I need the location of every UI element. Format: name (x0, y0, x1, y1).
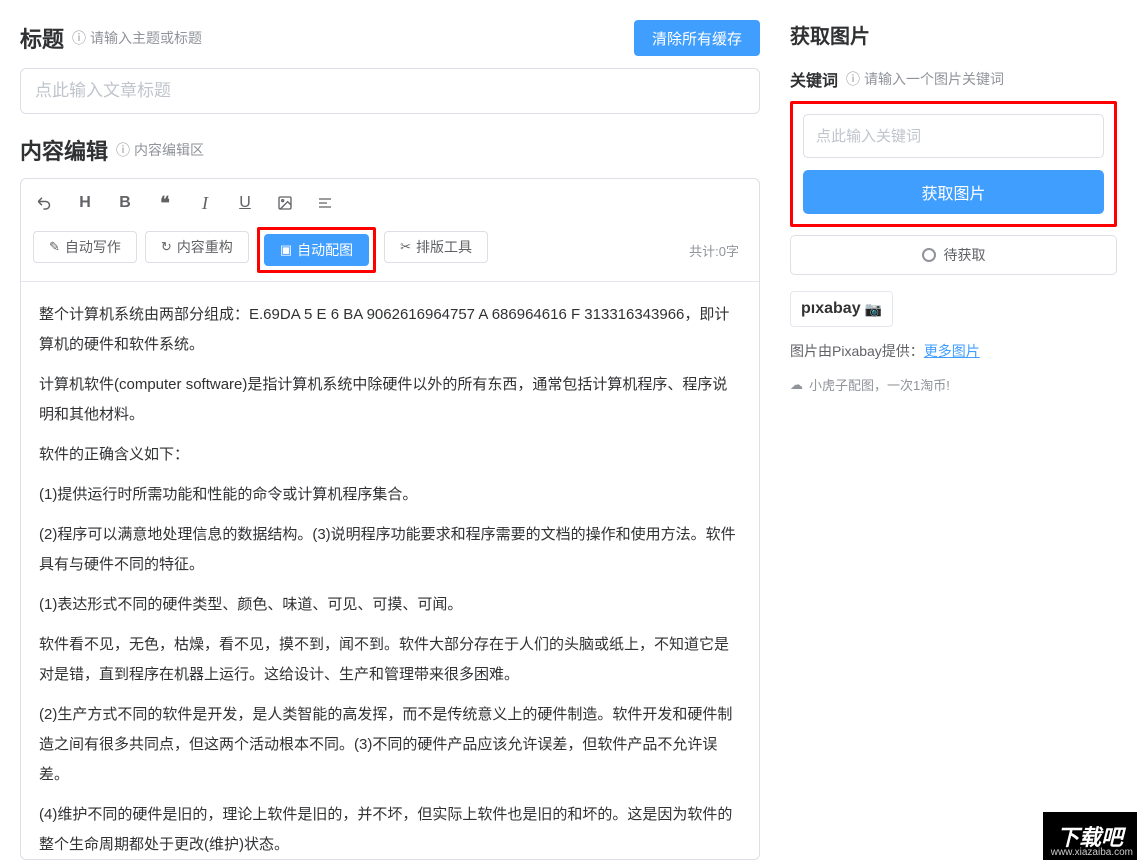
tip-row: ☁ 小虎子配图，一次1淘币! (790, 375, 1117, 394)
tip-text: 小虎子配图，一次1淘币! (809, 375, 950, 394)
keyword-header: 关键词 ⓘ 请输入一个图片关键词 (790, 67, 1117, 91)
clear-cache-button[interactable]: 清除所有缓存 (634, 20, 760, 56)
content-rebuild-button[interactable]: ↻内容重构 (145, 231, 249, 263)
circle-icon (922, 248, 936, 262)
article-title-input[interactable] (20, 68, 760, 114)
format-toolbar: H B ❝ I U (21, 179, 759, 223)
paragraph: 计算机软件(computer software)是指计算机系统中除硬件以外的所有… (39, 370, 741, 430)
auto-write-button[interactable]: ✎自动写作 (33, 231, 137, 263)
action-toolbar: ✎自动写作 ↻内容重构 ▣自动配图 ✂排版工具 共计:0字 (21, 223, 759, 282)
picture-icon: ▣ (280, 242, 292, 258)
paragraph: (1)表达形式不同的硬件类型、颜色、味道、可见、可摸、可闻。 (39, 590, 741, 620)
quote-icon[interactable]: ❝ (153, 191, 177, 215)
info-icon: ⓘ (846, 69, 860, 89)
content-hint: 内容编辑区 (134, 140, 204, 160)
undo-icon[interactable] (33, 191, 57, 215)
paragraph: 软件看不见，无色，枯燥，看不见，摸不到，闻不到。软件大部分存在于人们的头脑或纸上… (39, 630, 741, 690)
side-title: 获取图片 (790, 20, 1117, 49)
title-hint: 请输入主题或标题 (90, 28, 202, 48)
pixabay-logo: pıxabay (801, 300, 861, 318)
refresh-icon: ↻ (161, 239, 172, 255)
status-label: 待获取 (944, 245, 986, 265)
tools-icon: ✂ (400, 239, 411, 255)
content-header: 内容编辑 ⓘ 内容编辑区 (20, 134, 760, 166)
paragraph: 软件的正确含义如下： (39, 440, 741, 470)
more-images-link[interactable]: 更多图片 (924, 343, 980, 359)
image-source: 图片由Pixabay提供：更多图片 (790, 341, 1117, 361)
layout-tools-button[interactable]: ✂排版工具 (384, 231, 488, 263)
info-icon: ⓘ (72, 28, 86, 48)
keyword-label: 关键词 (790, 67, 838, 91)
paragraph: (2)生产方式不同的软件是开发，是人类智能的高发挥，而不是传统意义上的硬件制造。… (39, 700, 741, 790)
bold-icon[interactable]: B (113, 191, 137, 215)
camera-icon: 📷 (865, 301, 882, 318)
bell-icon: ☁ (790, 377, 803, 393)
watermark-url: www.xiazaiba.com (1051, 847, 1133, 858)
align-icon[interactable] (313, 191, 337, 215)
paragraph: 整个计算机系统由两部分组成：E.69DA 5 E 6 BA 9062616964… (39, 300, 741, 360)
image-icon[interactable] (273, 191, 297, 215)
pencil-icon: ✎ (49, 239, 60, 255)
title-header: 标题 ⓘ 请输入主题或标题 清除所有缓存 (20, 20, 760, 56)
auto-image-button[interactable]: ▣自动配图 (264, 234, 369, 266)
paragraph: (2)程序可以满意地处理信息的数据结构。(3)说明程序功能要求和程序需要的文档的… (39, 520, 741, 580)
keyword-input[interactable] (803, 114, 1104, 158)
paragraph: (1)提供运行时所需功能和性能的命令或计算机程序集合。 (39, 480, 741, 510)
heading-icon[interactable]: H (73, 191, 97, 215)
char-count: 共计:0字 (689, 241, 739, 260)
fetch-image-button[interactable]: 获取图片 (803, 170, 1104, 214)
info-icon: ⓘ (116, 140, 130, 160)
section-title-label: 标题 (20, 22, 64, 54)
content-section-label: 内容编辑 (20, 134, 108, 166)
status-pending[interactable]: 待获取 (790, 235, 1117, 275)
italic-icon[interactable]: I (193, 191, 217, 215)
paragraph: (4)维护不同的硬件是旧的，理论上软件是旧的，并不坏，但实际上软件也是旧的和坏的… (39, 800, 741, 859)
pixabay-badge: pıxabay 📷 (790, 291, 893, 327)
underline-icon[interactable]: U (233, 191, 257, 215)
editor-content[interactable]: 整个计算机系统由两部分组成：E.69DA 5 E 6 BA 9062616964… (21, 282, 759, 859)
keyword-hint: 请输入一个图片关键词 (864, 69, 1004, 89)
editor-box: H B ❝ I U ✎自动写作 ↻内容重构 ▣自动配图 ✂排版工具 共计:0字 (20, 178, 760, 860)
